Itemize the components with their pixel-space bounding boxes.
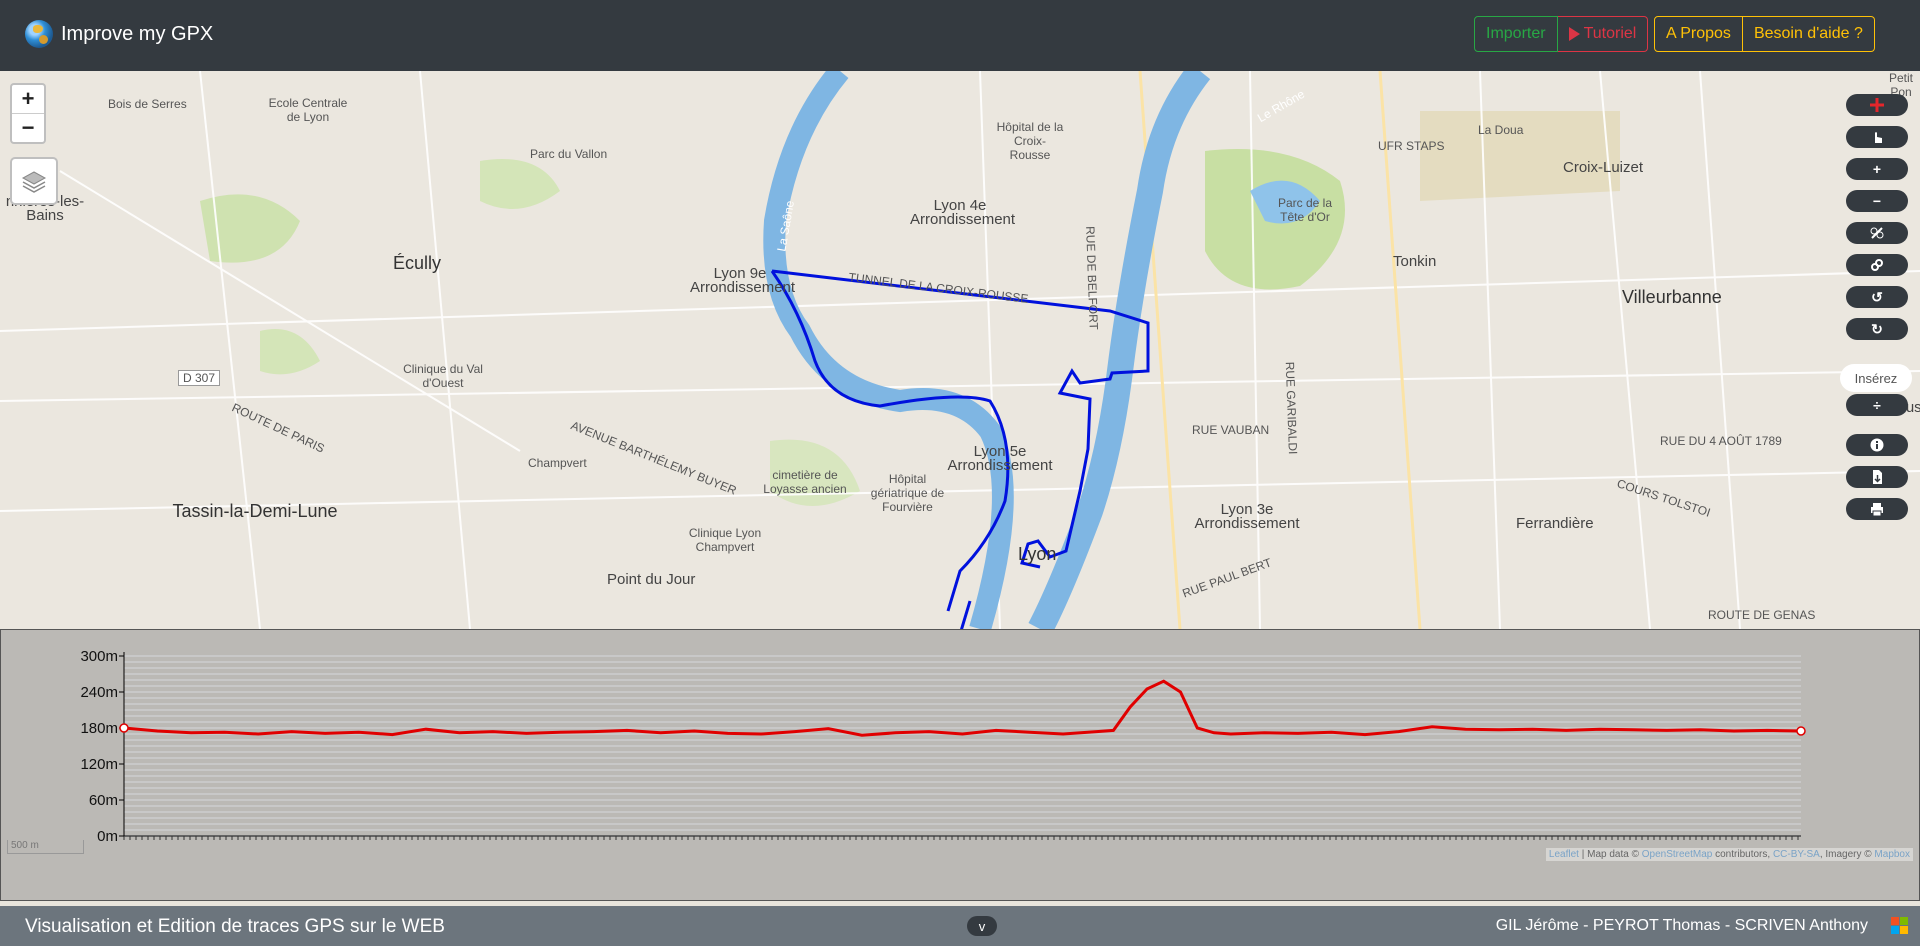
map-label: Ferrandière xyxy=(1516,515,1594,532)
help-button[interactable]: Besoin d'aide ? xyxy=(1742,16,1875,52)
map-label: Clinique du Val d'Ouest xyxy=(403,362,483,390)
map-label: La Doua xyxy=(1478,123,1524,137)
info-icon xyxy=(1870,438,1884,452)
print-button[interactable] xyxy=(1846,498,1908,520)
map-label: Ecole Centrale de Lyon xyxy=(268,96,348,124)
map-label: Bois de Serres xyxy=(108,97,187,111)
y-tick-label: 240m xyxy=(80,684,118,701)
redo-button[interactable]: ↻ xyxy=(1846,318,1908,340)
map-label: ROUTE DE GENAS xyxy=(1708,608,1816,622)
map-label: cimetière de Loyasse ancien xyxy=(763,468,847,496)
map-label: D 307 xyxy=(178,370,221,386)
map-label: Champvert xyxy=(528,456,587,470)
link-tool-button[interactable] xyxy=(1846,254,1908,276)
app-title: Improve my GPX xyxy=(61,22,214,45)
brand[interactable]: Improve my GPX xyxy=(25,20,213,48)
print-icon xyxy=(1871,503,1883,516)
file-button-group: Importer Tutoriel xyxy=(1474,16,1649,52)
map-label: Lyon 3e Arrondissement xyxy=(1194,501,1300,532)
footer-toggle-button[interactable]: v xyxy=(967,916,997,936)
y-tick-label: 0m xyxy=(97,828,118,845)
map-label: Clinique Lyon Champvert xyxy=(688,526,762,554)
redo-icon: ↻ xyxy=(1871,320,1883,337)
map-label: Point du Jour xyxy=(607,571,696,588)
tutorial-button[interactable]: Tutoriel xyxy=(1557,16,1649,52)
layers-icon xyxy=(21,171,47,193)
footer-tagline: Visualisation et Edition de traces GPS s… xyxy=(25,916,445,937)
zoom-out-tool-button[interactable]: − xyxy=(1846,190,1908,212)
map-label: Hôpital de la Croix-Rousse xyxy=(996,120,1064,162)
map[interactable]: Bois de Serres Ecole Centrale de Lyon Pa… xyxy=(0,71,1920,629)
attribution-text: | Map data © xyxy=(1578,849,1642,860)
map-label: UFR STAPS xyxy=(1378,139,1445,153)
attribution-text: , Imagery © xyxy=(1819,849,1875,860)
osm-link[interactable]: OpenStreetMap xyxy=(1642,849,1713,860)
import-button[interactable]: Importer xyxy=(1474,16,1558,52)
leaflet-link[interactable]: Leaflet xyxy=(1549,849,1579,860)
map-scale: 500 m xyxy=(7,840,84,854)
y-tick-label: 180m xyxy=(80,720,118,737)
zoom-in-button[interactable]: + xyxy=(12,85,44,113)
minus-icon: − xyxy=(1872,193,1882,209)
map-label: Tassin-la-Demi-Lune xyxy=(172,501,338,521)
unlink-tool-button[interactable] xyxy=(1846,222,1908,244)
map-label: Lyon 4e Arrondissement xyxy=(910,197,1016,228)
add-point-tool-button[interactable] xyxy=(1846,94,1908,116)
elevation-panel: 0m 60m 120m 180m 240m 300m 500 m Leaflet | Ma… xyxy=(0,629,1920,901)
divide-icon: ÷ xyxy=(1873,397,1881,413)
unlink-icon xyxy=(1870,227,1884,239)
end-point-marker xyxy=(1796,726,1806,736)
pan-tool-button[interactable] xyxy=(1846,126,1908,148)
map-label: Villeurbanne xyxy=(1622,287,1722,307)
export-file-button[interactable] xyxy=(1846,466,1908,488)
map-label: Lyon 5e Arrondissement xyxy=(947,443,1053,474)
tutorial-label: Tutoriel xyxy=(1583,25,1637,42)
y-tick-label: 120m xyxy=(80,756,118,773)
map-tiles xyxy=(0,71,1920,629)
map-label: RUE DU 4 AOÛT 1789 xyxy=(1660,434,1782,448)
map-attribution: Leaflet | Map data © OpenStreetMap contr… xyxy=(1545,848,1913,861)
hand-pointer-icon xyxy=(1875,132,1882,143)
zoom-out-button[interactable]: − xyxy=(12,113,44,142)
file-download-icon xyxy=(1873,470,1882,484)
map-label: Croix-Luizet xyxy=(1563,159,1644,176)
mapbox-link[interactable]: Mapbox xyxy=(1874,849,1910,860)
split-tool-button[interactable]: ÷ xyxy=(1846,394,1908,416)
zoom-control: + − xyxy=(10,83,46,144)
globe-logo-icon xyxy=(25,20,53,48)
play-icon xyxy=(1568,27,1580,41)
help-button-group: A Propos Besoin d'aide ? xyxy=(1654,16,1875,52)
map-label: Tonkin xyxy=(1393,253,1437,270)
y-tick-label: 60m xyxy=(89,792,118,809)
license-link[interactable]: CC-BY-SA xyxy=(1773,849,1820,860)
about-button[interactable]: A Propos xyxy=(1654,16,1743,52)
windows-logo-icon xyxy=(1891,917,1908,934)
undo-icon: ↺ xyxy=(1871,288,1883,305)
crosshair-icon xyxy=(1870,98,1884,112)
navbar: Improve my GPX Importer Tutoriel A Propo… xyxy=(0,0,1920,71)
undo-button[interactable]: ↺ xyxy=(1846,286,1908,308)
footer-authors: GIL Jérôme - PEYROT Thomas - SCRIVEN Ant… xyxy=(1495,917,1868,934)
map-label: Écully xyxy=(393,253,442,273)
zoom-in-tool-button[interactable]: + xyxy=(1846,158,1908,180)
tool-group-3 xyxy=(1846,434,1908,530)
attribution-text: contributors, xyxy=(1712,849,1773,860)
map-label: Hôpital gériatrique de Fourvière xyxy=(870,472,945,514)
y-tick-label: 300m xyxy=(80,648,118,665)
link-icon xyxy=(1871,259,1883,271)
layers-button[interactable] xyxy=(10,157,58,205)
map-label: RUE VAUBAN xyxy=(1192,423,1270,437)
plus-icon: + xyxy=(1872,161,1882,177)
insert-label[interactable]: Insérez xyxy=(1840,364,1912,392)
tool-group-2: ÷ xyxy=(1846,394,1908,426)
map-label: Lyon 9e Arrondissement xyxy=(690,265,796,296)
map-label: Lyon xyxy=(1018,544,1057,564)
footer: Visualisation et Edition de traces GPS s… xyxy=(0,906,1920,946)
edit-toolbar: + − ↺ ↻ xyxy=(1846,94,1908,350)
map-label: Parc de la Tête d'Or xyxy=(1277,196,1333,224)
start-point-marker xyxy=(119,723,129,733)
info-button[interactable] xyxy=(1846,434,1908,456)
map-label: Parc du Vallon xyxy=(530,147,608,161)
